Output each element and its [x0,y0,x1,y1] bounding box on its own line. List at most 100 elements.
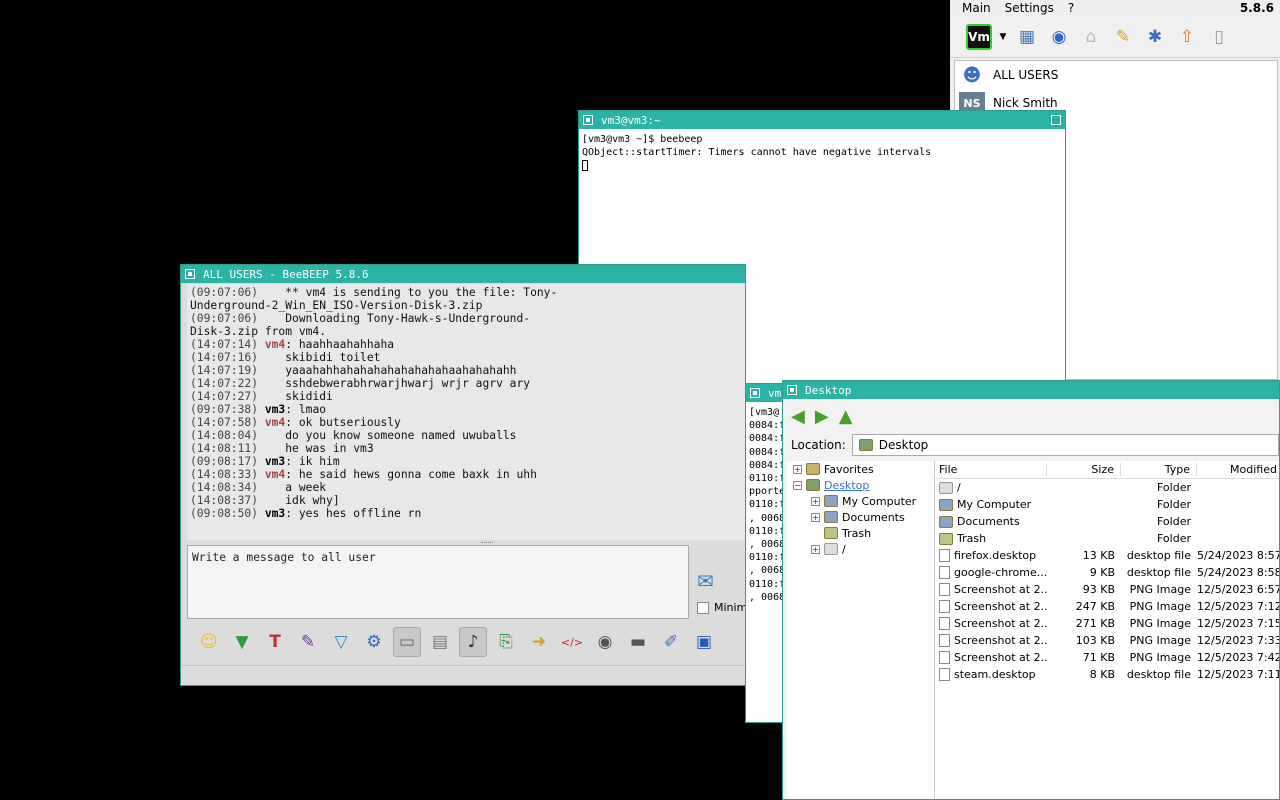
file-row[interactable]: Screenshot at 2... 71 KB PNG Image 12/5/202… [935,649,1279,666]
color-icon[interactable]: ✎ [294,627,322,657]
users-group-icon: ☻ [962,64,982,86]
message-sender[interactable]: vm4 [265,468,285,481]
menu-settings[interactable]: Settings [1005,1,1054,15]
spell-check-icon[interactable]: ▤ [426,627,454,657]
column-modified[interactable]: Modified [1197,463,1279,476]
html-icon[interactable]: </> [558,627,586,657]
network-icon[interactable]: ◉ [1046,24,1072,50]
font-icon[interactable]: T [261,627,289,657]
save-chat-icon[interactable]: ⎘ [492,627,520,657]
home-icon[interactable]: ⌂ [1078,24,1104,50]
column-type[interactable]: Type [1121,463,1197,476]
location-field[interactable]: Desktop [851,434,1279,456]
tools-icon[interactable]: ✱ [1142,24,1168,50]
pen-icon[interactable]: ✎ [1110,24,1136,50]
save-icon[interactable]: ▣ [690,627,718,657]
terminal-2-output[interactable]: [vm3@ 0084:f 0084:f 0084:f 0084:f 0110:f pport… [746,402,784,608]
tree-item-my-computer[interactable]: + My Computer [787,493,934,509]
terminal-window-2[interactable]: vm [vm3@ 0084:f 0084:f 0084:f 0084:f 0110:f pp… [745,383,785,723]
file-row[interactable]: Documents Folder [935,513,1279,530]
tree-item-favorites[interactable]: + Favorites [787,461,934,477]
tree-item-documents[interactable]: + Documents [787,509,934,525]
menu-main[interactable]: Main [962,1,991,15]
message-text: yaaahahhahahahahahahahahaahahahahh [285,364,517,377]
window-menu-icon[interactable] [750,388,760,398]
file-manager-titlebar[interactable]: Desktop [783,381,1279,399]
message-sender[interactable]: vm4 [265,338,285,351]
expander-icon[interactable]: + [811,512,820,522]
file-manager-title: Desktop [805,383,852,397]
update-icon[interactable]: ⇧ [1174,24,1200,50]
column-file[interactable]: File [935,463,1047,476]
tree-item-label: My Computer [842,494,917,508]
emoticon-icon[interactable]: ☺ [195,627,223,657]
file-list-header: File Size Type Modified [935,461,1279,479]
message-input[interactable]: Write a message to all user [187,545,689,619]
message-timestamp: (09:07:06) [190,312,259,325]
send-message-icon[interactable]: ✉ [697,569,731,593]
send-file-icon[interactable]: ➜ [525,627,553,657]
trash-icon[interactable]: ▯ [1206,24,1232,50]
location-value: Desktop [878,438,929,452]
message-sender[interactable]: vm3 [265,455,285,468]
file-row[interactable]: Screenshot at 2... 247 KB PNG Image 12/5/20… [935,598,1279,615]
minimize-option[interactable]: Minim [697,601,745,614]
forward-arrow-icon[interactable]: ▶ [815,406,829,427]
up-arrow-icon[interactable]: ▲ [839,406,853,427]
chat-message: (14:08:33) vm4: he said hews gonna come … [190,468,537,481]
window-menu-icon[interactable] [787,385,797,395]
file-row[interactable]: Trash Folder [935,530,1279,547]
user-row-all-users[interactable]: ☻ ALL USERS [955,61,1277,89]
minimize-checkbox[interactable] [697,601,709,614]
filter-icon[interactable]: ▽ [327,627,355,657]
file-row[interactable]: steam.desktop 8 KB desktop file 12/5/2023 7… [935,666,1279,683]
expander-icon[interactable]: + [811,544,820,554]
notes-icon[interactable]: ✐ [657,627,685,657]
maximize-icon[interactable] [1051,115,1061,125]
message-sender[interactable]: vm3 [265,403,285,416]
file-row[interactable]: Screenshot at 2... 93 KB PNG Image 12/5/202… [935,581,1279,598]
settings-gear-icon[interactable]: ⚙ [360,627,388,657]
tree-item-trash[interactable]: Trash [787,525,934,541]
expander-icon[interactable]: − [793,480,802,490]
file-row[interactable]: My Computer Folder [935,496,1279,513]
back-arrow-icon[interactable]: ◀ [791,406,805,427]
tree-item-[interactable]: + / [787,541,934,557]
tree-item-label: Desktop [824,478,870,492]
dropdown-arrow-icon[interactable]: ▼ [998,24,1008,50]
tree-item-desktop[interactable]: − Desktop [787,477,934,493]
message-sender[interactable]: vm3 [265,507,285,520]
file-name: My Computer [957,498,1032,511]
terminal-output[interactable]: [vm3@vm3 ~]$ beebeep QObject::startTimer:… [579,129,1065,176]
file-row[interactable]: firefox.desktop 13 KB desktop file 5/24/202… [935,547,1279,564]
compact-view-icon[interactable]: ▭ [393,627,421,657]
record-icon[interactable]: ◉ [591,627,619,657]
message-timestamp: (14:08:37) [190,494,259,507]
chat-titlebar[interactable]: ALL USERS - BeeBEEP 5.8.6 [181,265,745,283]
edit-profile-icon[interactable]: ▦ [1014,24,1040,50]
file-manager-window: Desktop ◀ ▶ ▲ Location: Desktop + Favorit… [782,380,1280,800]
file-row[interactable]: Screenshot at 2... 103 KB PNG Image 12/5/20… [935,632,1279,649]
expander-icon[interactable]: + [811,496,820,506]
file-row[interactable]: google-chrome.... 9 KB desktop file 5/24/20… [935,564,1279,581]
menu-help[interactable]: ? [1068,1,1074,15]
file-name-cell: Screenshot at 2... [935,600,1047,613]
splitter-handle[interactable] [481,542,493,544]
message-sender[interactable]: vm4 [265,416,285,429]
file-row[interactable]: / Folder [935,479,1279,496]
terminal-titlebar[interactable]: vm3@vm3:~ [579,111,1065,129]
screenshot-icon[interactable]: ▬ [624,627,652,657]
window-menu-icon[interactable] [583,115,593,125]
vm-status-icon[interactable]: Vm [966,23,992,50]
window-menu-icon[interactable] [185,269,195,279]
show-emoticons-icon[interactable]: ▼ [228,627,256,657]
chat-message: (09:08:50) vm3: yes hes offline rn [190,507,422,520]
column-size[interactable]: Size [1047,463,1121,476]
chat-message: (14:07:16) skibidi toilet [190,351,742,364]
chat-history[interactable]: (09:07:06) ** vm4 is sending to you the … [187,284,745,540]
version-label: 5.8.6 [1239,1,1274,15]
sound-icon[interactable]: ♪ [459,627,487,657]
file-row[interactable]: Screenshot at 2... 271 KB PNG Image 12/5/20… [935,615,1279,632]
terminal-2-titlebar[interactable]: vm [746,384,784,402]
expander-icon[interactable]: + [793,464,802,474]
